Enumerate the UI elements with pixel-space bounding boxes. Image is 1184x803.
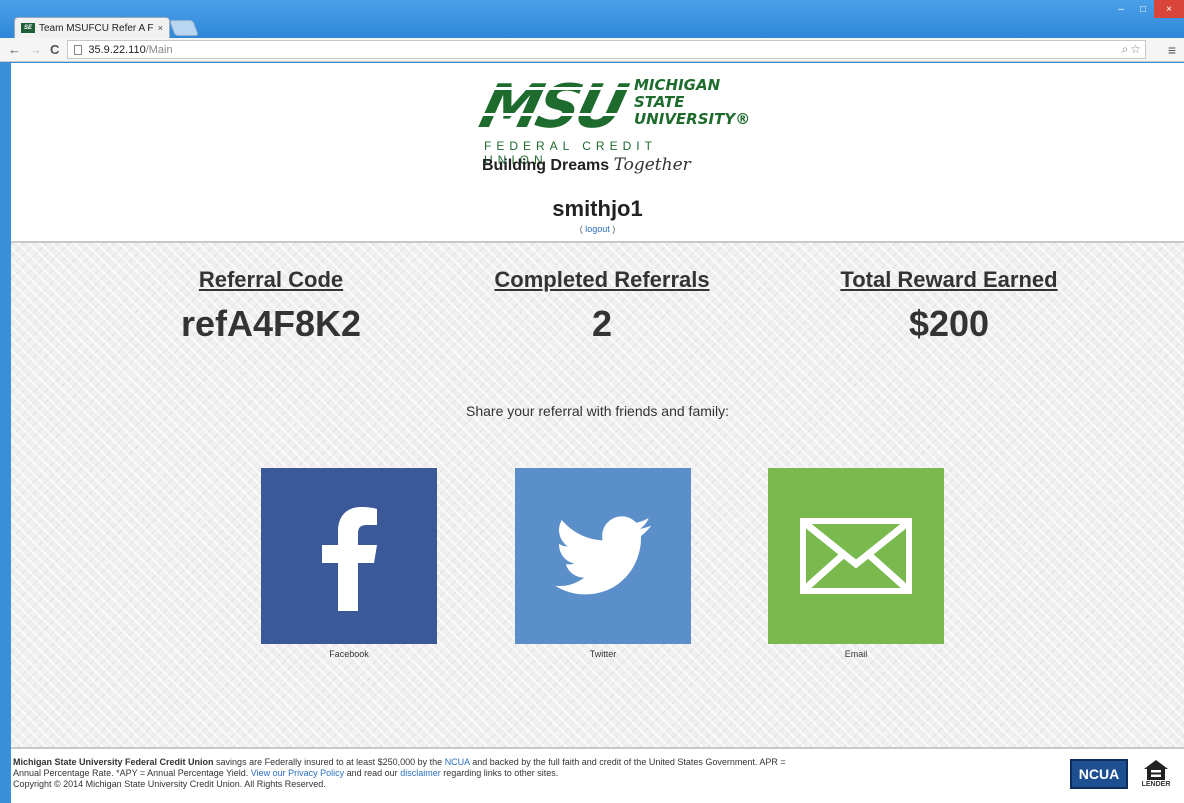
facebook-icon	[322, 507, 377, 611]
completed-referrals-value: 2	[591, 303, 613, 344]
privacy-policy-link[interactable]: View our Privacy Policy	[251, 768, 344, 778]
page-footer: Michigan State University Federal Credit…	[11, 747, 1184, 803]
browser-toolbar: ← → C 35.9.22.110 /Main ⌕ ☆	[0, 38, 1184, 62]
forward-button[interactable]: →	[29, 43, 42, 56]
total-reward-value: $200	[908, 303, 990, 344]
browser-menu-icon[interactable]: ≡	[1168, 42, 1176, 58]
ncua-link[interactable]: NCUA	[445, 757, 470, 767]
referral-code-value: refA4F8K2	[180, 303, 362, 344]
window-controls: – □ ×	[1110, 0, 1184, 18]
equal-housing-lender-logo: LENDER	[1138, 759, 1174, 793]
msufcu-logo[interactable]: MSU Michigan State University® FEDERAL C…	[473, 72, 750, 183]
url-host: 35.9.22.110	[88, 43, 146, 56]
browser-titlebar: SE Team MSUFCU Refer A Fri × – □ ×	[0, 0, 1184, 40]
referral-dashboard: Referral Code refA4F8K2 Completed Referr…	[11, 243, 1184, 747]
disclaimer-link[interactable]: disclaimer	[400, 768, 441, 778]
minimize-button[interactable]: –	[1110, 0, 1132, 18]
username: smithjo1	[552, 196, 643, 221]
referral-code-stat: Referral Code refA4F8K2	[121, 267, 421, 345]
tab-close-icon[interactable]: ×	[158, 23, 163, 33]
browser-tab[interactable]: SE Team MSUFCU Refer A Fri ×	[14, 17, 170, 38]
zoom-icon[interactable]: ⌕	[1122, 42, 1129, 57]
back-button[interactable]: ←	[8, 43, 21, 56]
logo-tagline: Building Dreams Together	[482, 155, 691, 175]
logo-university-name: Michigan State University®	[634, 76, 751, 128]
reload-button[interactable]: C	[50, 43, 59, 56]
address-bar[interactable]: 35.9.22.110 /Main ⌕ ☆	[67, 40, 1146, 59]
share-prompt: Share your referral with friends and fam…	[466, 403, 729, 419]
twitter-label: Twitter	[589, 649, 617, 659]
completed-referrals-label: Completed Referrals	[494, 267, 710, 292]
total-reward-label: Total Reward Earned	[840, 267, 1058, 292]
facebook-label: Facebook	[329, 649, 369, 659]
email-label: Email	[844, 649, 868, 659]
tab-title: Team MSUFCU Refer A Fri	[39, 22, 154, 34]
equal-housing-icon	[1144, 760, 1168, 780]
new-tab-button[interactable]	[169, 20, 199, 36]
envelope-icon	[800, 518, 912, 594]
url-path: /Main	[145, 43, 173, 56]
twitter-icon	[555, 516, 651, 595]
msufcu-favicon-icon: SE	[21, 23, 35, 33]
ncua-badge: NCUA	[1070, 759, 1128, 789]
referral-code-label: Referral Code	[198, 267, 344, 292]
footer-copyright: Copyright © 2014 Michigan State Universi…	[13, 779, 326, 789]
logout-link[interactable]: logout	[585, 224, 610, 234]
email-share-button[interactable]	[768, 468, 944, 644]
footer-disclosure: Michigan State University Federal Credit…	[13, 757, 803, 790]
logo-msu-mark: MSU	[473, 72, 638, 142]
page-viewport: MSU Michigan State University® FEDERAL C…	[11, 63, 1184, 803]
page-header: MSU Michigan State University® FEDERAL C…	[11, 63, 1184, 243]
twitter-share-button[interactable]	[515, 468, 691, 644]
logout-row: ( logout )	[579, 224, 616, 234]
bookmark-star-icon[interactable]: ☆	[1130, 42, 1141, 57]
facebook-share-button[interactable]	[261, 468, 437, 644]
close-window-button[interactable]: ×	[1154, 0, 1184, 18]
maximize-button[interactable]: □	[1132, 0, 1154, 18]
footer-org-name: Michigan State University Federal Credit…	[13, 757, 214, 767]
page-icon	[74, 44, 83, 55]
total-reward-stat: Total Reward Earned $200	[799, 267, 1099, 345]
completed-referrals-stat: Completed Referrals 2	[452, 267, 752, 345]
